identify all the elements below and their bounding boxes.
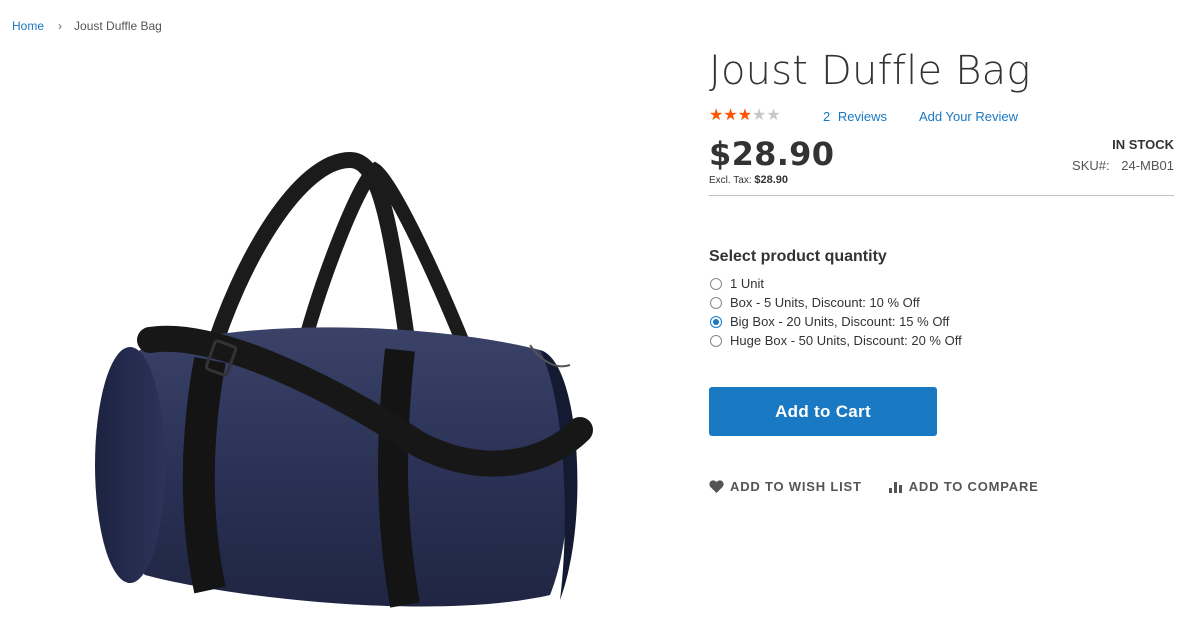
reviews-label: Reviews bbox=[837, 108, 887, 124]
sku-value: 24-MB01 bbox=[1121, 158, 1174, 173]
wishlist-label: Add to Wish List bbox=[730, 479, 862, 494]
reviews-count: 2 bbox=[823, 108, 831, 124]
compare-label: Add to Compare bbox=[908, 479, 1039, 494]
radio-huge-box[interactable] bbox=[710, 334, 722, 347]
add-to-cart-button[interactable]: Add to Cart bbox=[709, 387, 937, 436]
product-social-links: Add to Wish List Add to Compare bbox=[709, 479, 1174, 494]
quantity-option-huge-box[interactable]: Huge Box - 50 Units, Discount: 20 % Off bbox=[709, 331, 1174, 350]
add-to-wishlist-link[interactable]: Add to Wish List bbox=[709, 479, 862, 494]
reviews-link[interactable]: 2 Reviews bbox=[823, 109, 887, 124]
quantity-option-box[interactable]: Box - 5 Units, Discount: 10 % Off bbox=[709, 293, 1174, 312]
page-title: Joust Duffle Bag bbox=[709, 48, 1031, 94]
breadcrumb: Home › Joust Duffle Bag bbox=[12, 19, 162, 33]
quantity-option-1-unit[interactable]: 1 Unit bbox=[709, 274, 1174, 293]
quantity-options: 1 Unit Box - 5 Units, Discount: 10 % Off… bbox=[709, 274, 1174, 350]
rating-summary: ★★★★★ ★★★★★ 2 Reviews Add Your Review bbox=[709, 108, 1174, 124]
rating-stars: ★★★★★ ★★★★★ bbox=[709, 108, 791, 124]
product-info: Joust Duffle Bag ★★★★★ ★★★★★ 2 Reviews A… bbox=[709, 48, 1174, 494]
breadcrumb-separator: › bbox=[58, 19, 63, 33]
duffle-bag-image bbox=[95, 151, 593, 608]
rating-stars-filled: ★★★★★ bbox=[709, 108, 750, 124]
excl-tax-value: $28.90 bbox=[754, 174, 789, 186]
heart-icon bbox=[709, 480, 724, 493]
stock-sku: In stock SKU#: 24-MB01 bbox=[1072, 136, 1174, 173]
radio-1-unit[interactable] bbox=[710, 277, 722, 290]
sku: SKU#: 24-MB01 bbox=[1072, 158, 1174, 173]
quantity-option-label: 1 Unit bbox=[730, 276, 764, 291]
price-info: $28.90 Excl. Tax: $28.90 In stock SKU#: … bbox=[709, 136, 1174, 196]
radio-big-box[interactable] bbox=[710, 315, 722, 328]
add-to-compare-link[interactable]: Add to Compare bbox=[888, 479, 1039, 494]
quantity-option-label: Huge Box - 50 Units, Discount: 20 % Off bbox=[730, 333, 962, 348]
product-image[interactable] bbox=[60, 60, 660, 630]
radio-box[interactable] bbox=[710, 296, 722, 309]
stock-status: In stock bbox=[1112, 137, 1174, 152]
quantity-selector: Select product quantity 1 Unit Box - 5 U… bbox=[709, 248, 1174, 350]
breadcrumb-home-link[interactable]: Home bbox=[12, 19, 44, 33]
quantity-title: Select product quantity bbox=[709, 248, 887, 265]
breadcrumb-current: Joust Duffle Bag bbox=[74, 19, 162, 33]
quantity-option-label: Big Box - 20 Units, Discount: 15 % Off bbox=[730, 314, 950, 329]
add-review-link[interactable]: Add Your Review bbox=[919, 109, 1018, 124]
sku-label: SKU#: bbox=[1072, 158, 1110, 173]
quantity-option-label: Box - 5 Units, Discount: 10 % Off bbox=[730, 295, 920, 310]
excl-tax: Excl. Tax: $28.90 bbox=[709, 174, 1174, 186]
quantity-option-big-box[interactable]: Big Box - 20 Units, Discount: 15 % Off bbox=[709, 312, 1174, 331]
bar-chart-icon bbox=[888, 482, 902, 493]
excl-tax-label: Excl. Tax: bbox=[709, 175, 752, 186]
